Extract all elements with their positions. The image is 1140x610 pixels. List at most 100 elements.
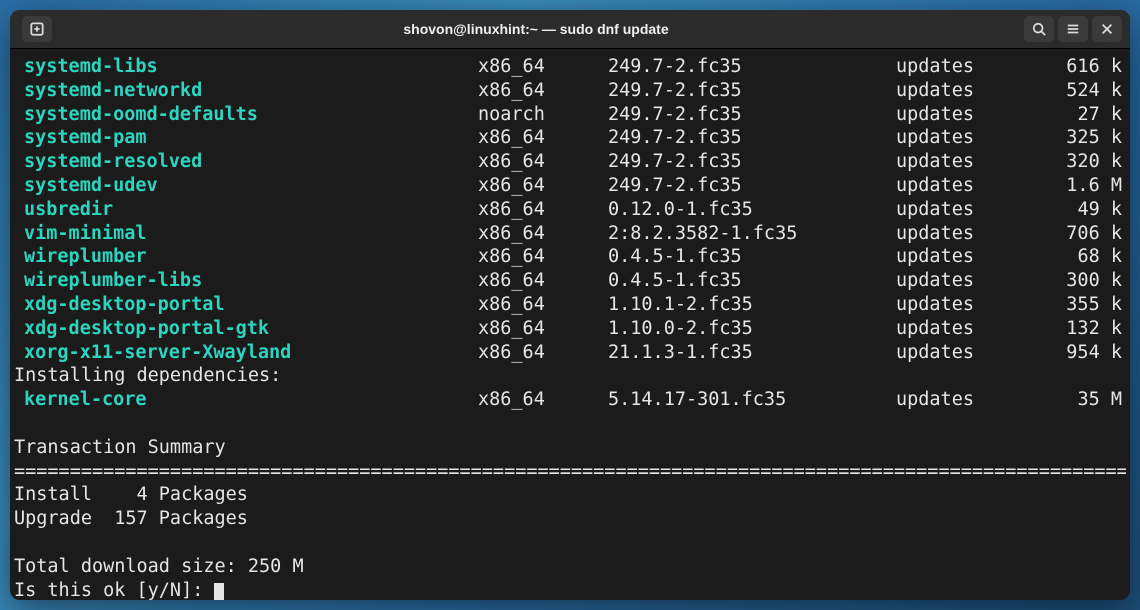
package-version: 21.1.3-1.fc35 [608, 341, 896, 365]
package-repo: updates [896, 341, 1002, 365]
package-version: 1.10.1-2.fc35 [608, 293, 896, 317]
package-repo: updates [896, 79, 1002, 103]
package-size: 355 k [1002, 293, 1126, 317]
plus-square-icon [30, 22, 44, 36]
package-size: 27 k [1002, 103, 1126, 127]
package-version: 5.14.17-301.fc35 [608, 388, 896, 412]
terminal-output[interactable]: systemd-libsx86_64249.7-2.fc35updates616… [10, 49, 1130, 600]
upgrade-line: Upgrade 157 Packages [14, 507, 1126, 531]
prompt-line[interactable]: Is this ok [y/N]: [14, 579, 1126, 600]
package-version: 249.7-2.fc35 [608, 55, 896, 79]
blank-line [14, 531, 1126, 555]
package-repo: updates [896, 174, 1002, 198]
package-size: 300 k [1002, 269, 1126, 293]
package-arch: x86_64 [478, 55, 608, 79]
package-size: 325 k [1002, 126, 1126, 150]
summary-header: Transaction Summary [14, 436, 1126, 460]
package-version: 249.7-2.fc35 [608, 126, 896, 150]
cursor [214, 583, 224, 600]
package-size: 954 k [1002, 341, 1126, 365]
package-name: systemd-udev [24, 174, 478, 198]
package-size: 524 k [1002, 79, 1126, 103]
package-arch: x86_64 [478, 293, 608, 317]
close-icon [1100, 22, 1114, 36]
package-name: systemd-networkd [24, 79, 478, 103]
package-name: wireplumber-libs [24, 269, 478, 293]
package-version: 249.7-2.fc35 [608, 79, 896, 103]
window-title: shovon@linuxhint:~ — sudo dnf update [52, 21, 1020, 37]
package-arch: x86_64 [478, 198, 608, 222]
package-repo: updates [896, 245, 1002, 269]
package-name: xdg-desktop-portal-gtk [24, 317, 478, 341]
package-arch: x86_64 [478, 150, 608, 174]
package-arch: x86_64 [478, 79, 608, 103]
package-version: 0.4.5-1.fc35 [608, 269, 896, 293]
package-version: 249.7-2.fc35 [608, 150, 896, 174]
package-row: wireplumber-libsx86_640.4.5-1.fc35update… [14, 269, 1126, 293]
package-row: xdg-desktop-portal-gtkx86_641.10.0-2.fc3… [14, 317, 1126, 341]
package-version: 249.7-2.fc35 [608, 174, 896, 198]
titlebar: shovon@linuxhint:~ — sudo dnf update [10, 10, 1130, 49]
hamburger-icon [1066, 22, 1080, 36]
package-name: systemd-resolved [24, 150, 478, 174]
package-arch: noarch [478, 103, 608, 127]
package-version: 0.12.0-1.fc35 [608, 198, 896, 222]
package-size: 132 k [1002, 317, 1126, 341]
package-arch: x86_64 [478, 126, 608, 150]
package-row: systemd-networkdx86_64249.7-2.fc35update… [14, 79, 1126, 103]
install-line: Install 4 Packages [14, 483, 1126, 507]
package-name: kernel-core [24, 388, 478, 412]
rule-line: ========================================… [14, 460, 1126, 484]
total-download-line: Total download size: 250 M [14, 555, 1126, 579]
package-row: wireplumberx86_640.4.5-1.fc35updates68 k [14, 245, 1126, 269]
package-name: vim-minimal [24, 222, 478, 246]
package-name: systemd-pam [24, 126, 478, 150]
package-row: systemd-libsx86_64249.7-2.fc35updates616… [14, 55, 1126, 79]
package-version: 2:8.2.3582-1.fc35 [608, 222, 896, 246]
menu-button[interactable] [1058, 16, 1088, 42]
deps-header: Installing dependencies: [14, 364, 1126, 388]
new-tab-button[interactable] [22, 16, 52, 42]
package-arch: x86_64 [478, 341, 608, 365]
package-size: 320 k [1002, 150, 1126, 174]
package-arch: x86_64 [478, 317, 608, 341]
package-arch: x86_64 [478, 269, 608, 293]
package-repo: updates [896, 198, 1002, 222]
package-row: systemd-pamx86_64249.7-2.fc35updates325 … [14, 126, 1126, 150]
package-repo: updates [896, 317, 1002, 341]
package-size: 68 k [1002, 245, 1126, 269]
terminal-window: shovon@linuxhint:~ — sudo dnf update sys… [10, 10, 1130, 600]
package-repo: updates [896, 55, 1002, 79]
package-name: xorg-x11-server-Xwayland [24, 341, 478, 365]
package-row: systemd-resolvedx86_64249.7-2.fc35update… [14, 150, 1126, 174]
close-button[interactable] [1092, 16, 1122, 42]
package-repo: updates [896, 388, 1002, 412]
package-repo: updates [896, 269, 1002, 293]
package-row: kernel-corex86_645.14.17-301.fc35updates… [14, 388, 1126, 412]
package-arch: x86_64 [478, 222, 608, 246]
package-version: 249.7-2.fc35 [608, 103, 896, 127]
package-name: wireplumber [24, 245, 478, 269]
package-row: systemd-udevx86_64249.7-2.fc35updates1.6… [14, 174, 1126, 198]
package-size: 49 k [1002, 198, 1126, 222]
package-name: xdg-desktop-portal [24, 293, 478, 317]
package-size: 616 k [1002, 55, 1126, 79]
package-size: 35 M [1002, 388, 1126, 412]
package-name: systemd-oomd-defaults [24, 103, 478, 127]
package-row: usbredirx86_640.12.0-1.fc35updates49 k [14, 198, 1126, 222]
blank-line [14, 412, 1126, 436]
package-row: xdg-desktop-portalx86_641.10.1-2.fc35upd… [14, 293, 1126, 317]
package-row: xorg-x11-server-Xwaylandx86_6421.1.3-1.f… [14, 341, 1126, 365]
package-name: systemd-libs [24, 55, 478, 79]
package-repo: updates [896, 103, 1002, 127]
package-arch: x86_64 [478, 388, 608, 412]
package-row: vim-minimalx86_642:8.2.3582-1.fc35update… [14, 222, 1126, 246]
search-button[interactable] [1024, 16, 1054, 42]
package-repo: updates [896, 150, 1002, 174]
package-row: systemd-oomd-defaultsnoarch249.7-2.fc35u… [14, 103, 1126, 127]
package-version: 1.10.0-2.fc35 [608, 317, 896, 341]
package-arch: x86_64 [478, 174, 608, 198]
package-repo: updates [896, 126, 1002, 150]
package-arch: x86_64 [478, 245, 608, 269]
search-icon [1032, 22, 1046, 36]
